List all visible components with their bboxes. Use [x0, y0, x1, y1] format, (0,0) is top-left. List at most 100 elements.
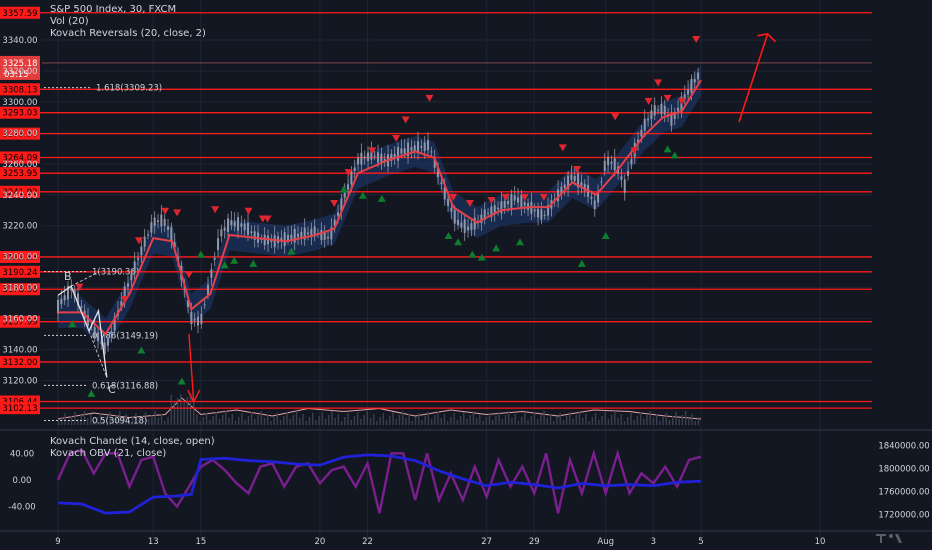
- volume-bar: [491, 420, 494, 425]
- osc-left-tick-1: 0.00: [13, 476, 32, 486]
- volume-bar: [508, 411, 510, 425]
- volume-bar: [379, 417, 381, 425]
- volume-pane: [57, 393, 701, 425]
- volume-bar: [154, 411, 156, 425]
- time-tick-7: Aug: [597, 537, 614, 547]
- candle-body: [463, 219, 466, 234]
- down-arrow-14: [401, 116, 410, 124]
- price-tick-2: 3300.00: [2, 98, 37, 108]
- volume-bar: [369, 418, 372, 425]
- volume-bar: [610, 415, 613, 425]
- level-label-1: 3308.13: [2, 85, 37, 95]
- volatility-band: [58, 64, 701, 350]
- projection-arrow-line: [738, 33, 769, 123]
- volume-bar: [643, 419, 645, 425]
- down-arrow-3: [161, 207, 170, 215]
- volume-bar: [196, 414, 198, 425]
- volume-bar: [334, 418, 336, 425]
- candle-body: [537, 208, 540, 218]
- volume-bar: [83, 411, 86, 425]
- volume-bar: [459, 416, 462, 425]
- candle-body: [533, 209, 536, 212]
- candle-body: [327, 236, 330, 239]
- candle-body: [400, 148, 403, 154]
- candle-body: [347, 184, 350, 190]
- volume-bar: [446, 421, 449, 425]
- volume-bar: [218, 419, 221, 425]
- volume-bar: [540, 415, 542, 425]
- candle-body: [243, 223, 246, 231]
- volume-bar: [398, 415, 401, 425]
- candle-body: [143, 236, 146, 247]
- obv-right-tick-3: 1720000.00: [878, 510, 929, 520]
- volume-bar: [360, 419, 362, 425]
- candle-body: [590, 196, 593, 199]
- candle-body: [453, 209, 456, 224]
- candle-body: [213, 258, 216, 260]
- volume-bar: [215, 412, 217, 425]
- candle-body: [373, 155, 376, 157]
- volume-bar: [405, 418, 407, 425]
- volume-bar: [630, 413, 632, 425]
- candle-body: [497, 207, 500, 210]
- volume-bar: [694, 421, 696, 425]
- candle-body: [430, 151, 433, 153]
- time-tick-2: 15: [195, 537, 206, 547]
- fib-label-3: 0.618(3116.88): [92, 381, 158, 391]
- down-arrow-6: [211, 206, 220, 214]
- low-marker-arrow: [187, 334, 201, 404]
- up-arrow-7: [249, 259, 258, 267]
- price-tick-11: 3120.00: [2, 377, 37, 387]
- up-arrow-17: [515, 238, 524, 246]
- candle-body: [240, 223, 243, 227]
- candle-body: [320, 229, 323, 241]
- candle-body: [237, 217, 240, 231]
- time-tick-8: 3: [651, 537, 656, 547]
- volume-bar: [321, 412, 324, 425]
- volume-bar: [684, 411, 687, 425]
- down-arrow-10: [330, 200, 339, 208]
- volume-bar: [385, 420, 388, 425]
- time-tick-6: 29: [529, 537, 540, 547]
- volume-bar: [328, 415, 330, 425]
- volume-bar: [225, 411, 227, 425]
- volume-bar: [205, 413, 208, 425]
- down-arrow-24: [611, 113, 620, 121]
- tradingview-logo-icon[interactable]: [874, 531, 910, 545]
- volume-bar: [623, 421, 626, 425]
- volume-bar: [170, 395, 172, 425]
- price-tick-1: 3320.00: [2, 67, 37, 77]
- volume-bar: [299, 418, 301, 425]
- time-tick-10: 10: [815, 537, 826, 547]
- level-label-2: 3293.03: [2, 109, 37, 119]
- candle-body: [697, 72, 700, 80]
- volume-bar: [543, 411, 545, 425]
- down-arrow-13: [392, 135, 401, 143]
- up-arrow-11: [377, 194, 386, 202]
- candle-body: [467, 226, 470, 231]
- price-chart[interactable]: 3357.593308.133293.033279.503264.093253.…: [0, 0, 932, 550]
- volume-bar: [64, 413, 66, 425]
- candle-body: [133, 261, 136, 274]
- candle-body: [233, 221, 236, 227]
- volume-bar: [238, 417, 240, 425]
- volume-bar: [652, 418, 655, 425]
- volume-bar: [430, 419, 433, 425]
- price-tick-8: 3180.00: [2, 284, 37, 294]
- candle-body: [60, 299, 63, 305]
- volume-bar: [74, 412, 76, 425]
- volume-bar: [160, 414, 163, 425]
- chande-legend: Kovach Chande (14, close, open): [50, 436, 215, 447]
- candle-body: [513, 195, 516, 201]
- volume-bar: [382, 413, 385, 425]
- volume-bar: [331, 411, 333, 425]
- volume-bar: [588, 421, 590, 425]
- volume-bar: [266, 414, 269, 425]
- candle-body: [363, 156, 366, 159]
- volume-bar: [678, 419, 680, 425]
- candle-body: [580, 182, 583, 186]
- volume-bar: [414, 417, 417, 425]
- volume-bar: [311, 413, 314, 425]
- candle-body: [360, 152, 363, 165]
- level-label-0: 3357.59: [2, 9, 37, 19]
